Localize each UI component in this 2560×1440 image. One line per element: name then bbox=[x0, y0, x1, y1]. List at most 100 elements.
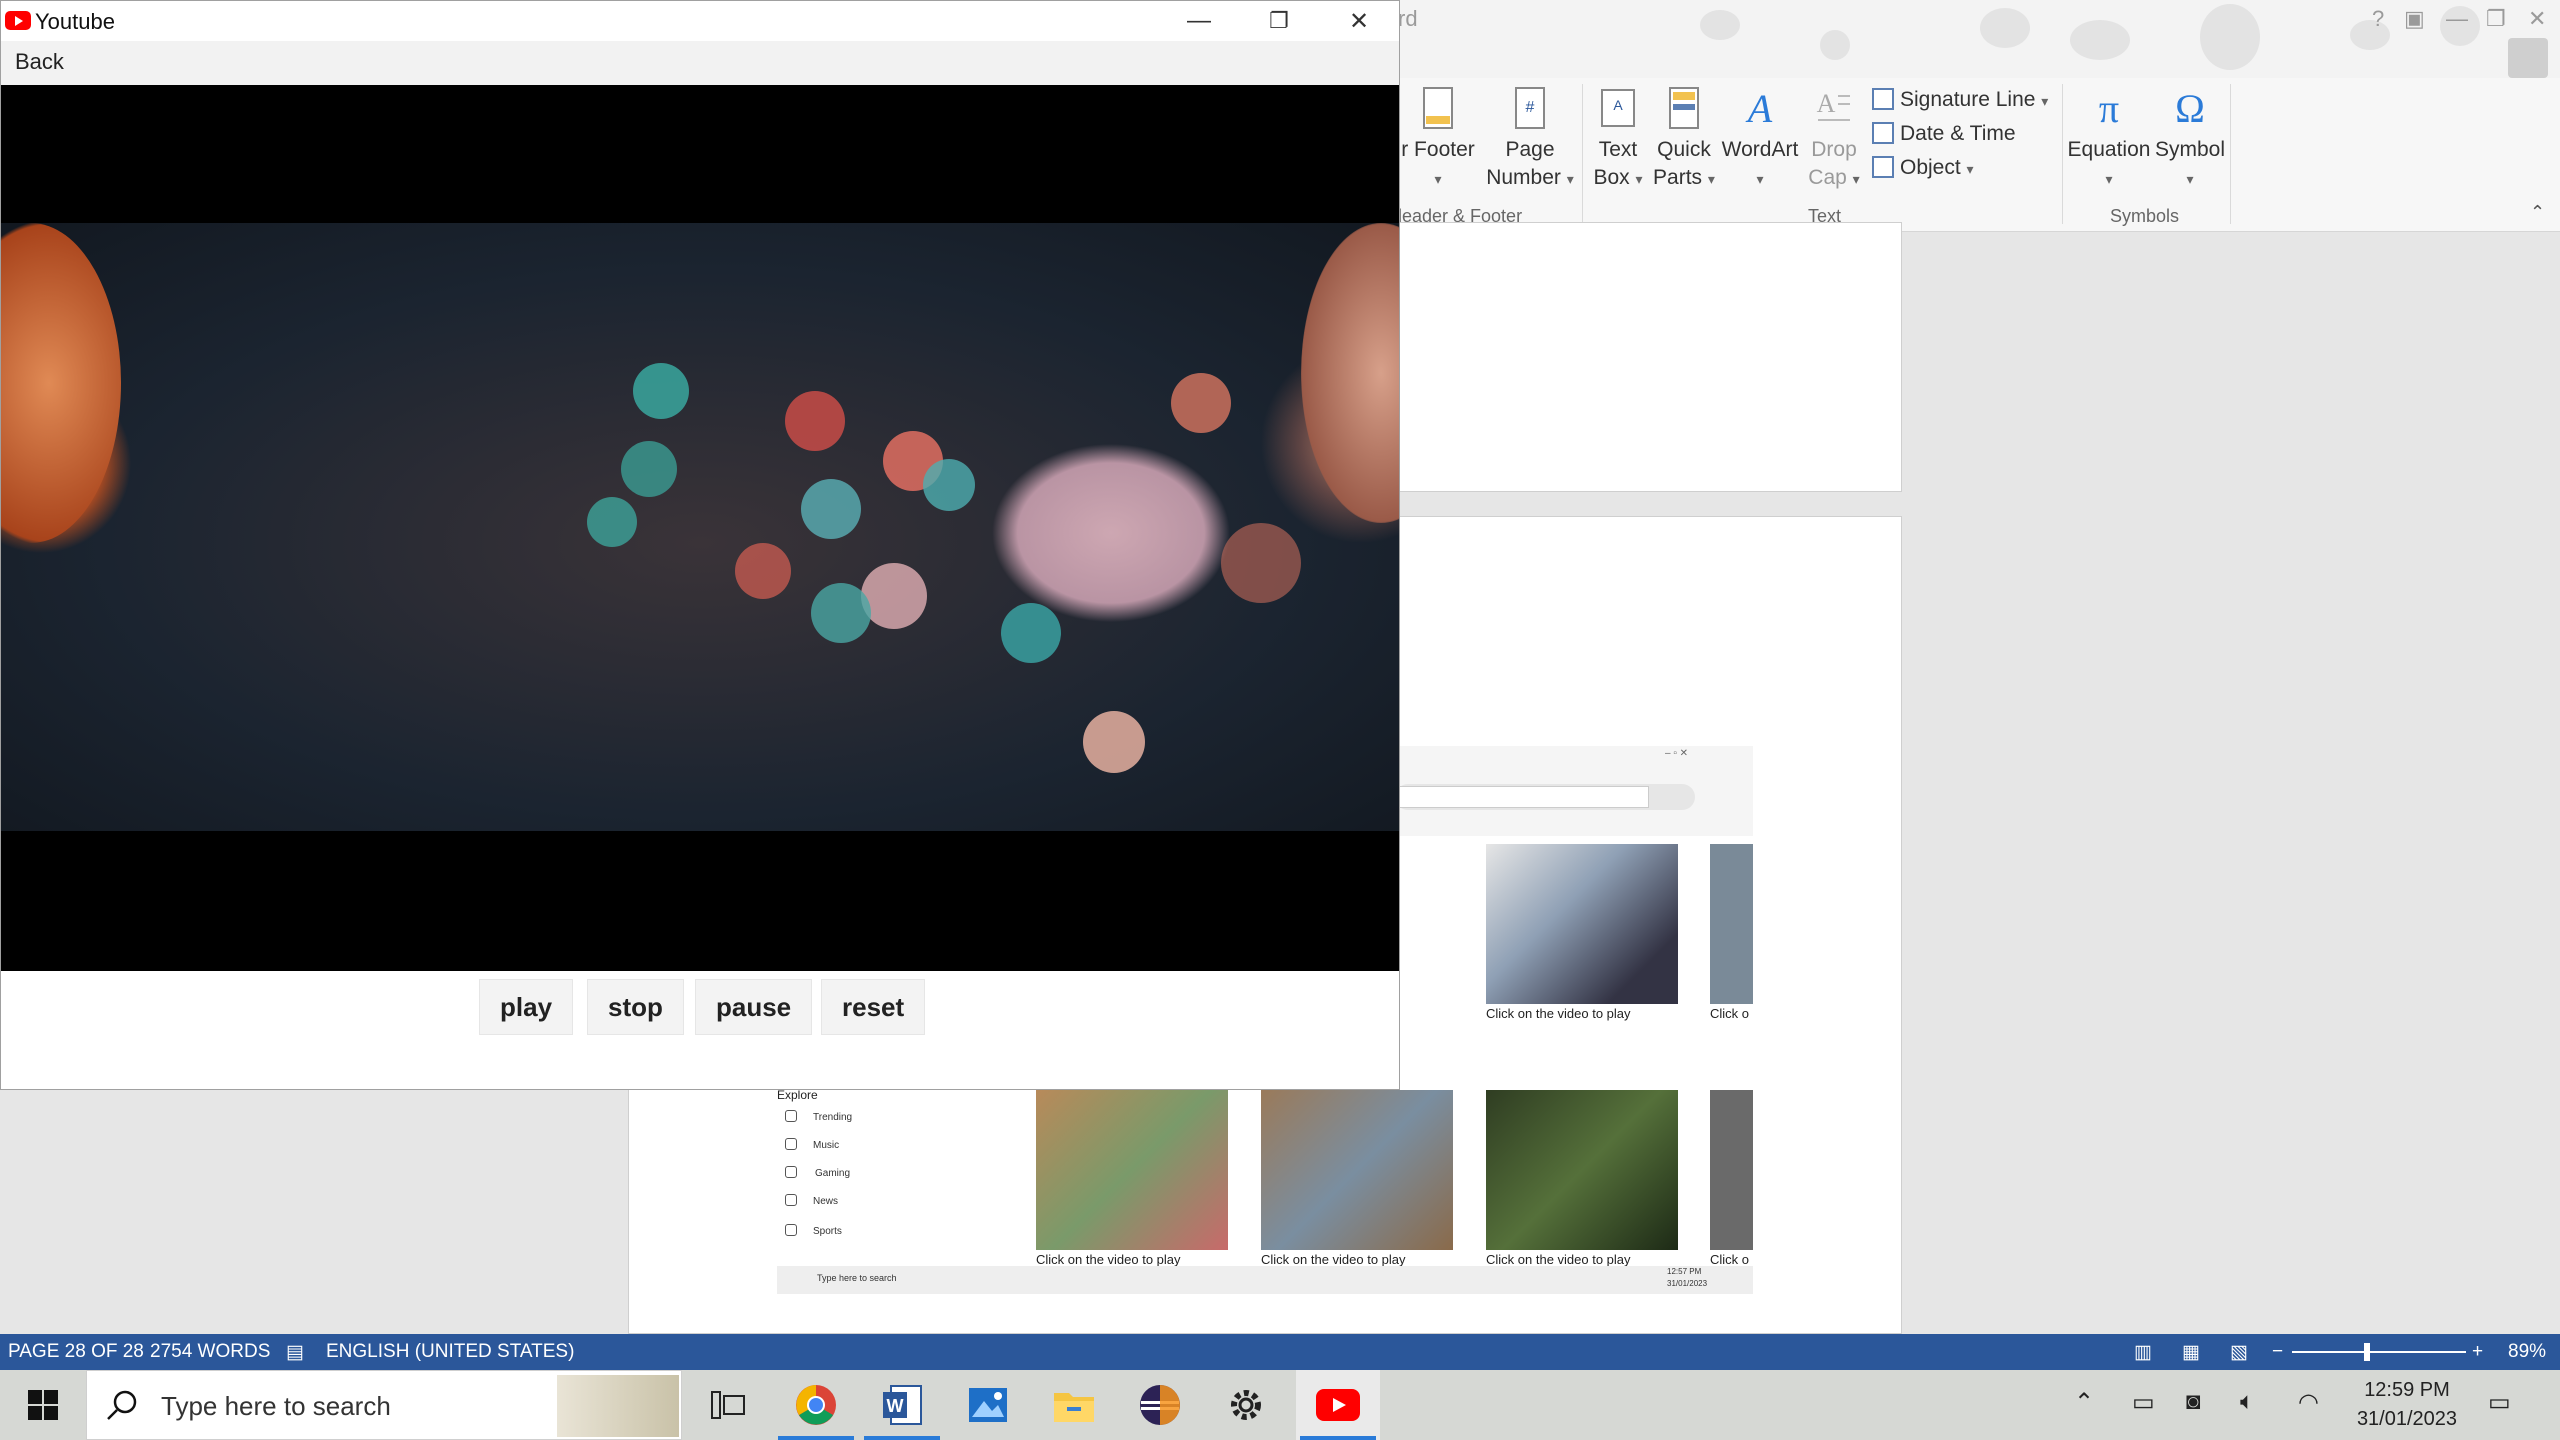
ribbon-display-icon[interactable]: ▣ bbox=[2404, 6, 2425, 32]
video-player[interactable] bbox=[1, 85, 1399, 971]
task-view-button[interactable] bbox=[686, 1370, 770, 1440]
word-taskbar-button[interactable]: W bbox=[860, 1370, 944, 1440]
explore-item: News bbox=[813, 1196, 839, 1207]
restore-button[interactable]: ❐ bbox=[1239, 3, 1319, 39]
youtube-taskbar-button[interactable] bbox=[1296, 1370, 1380, 1440]
footer-icon bbox=[1423, 87, 1453, 129]
web-layout-icon[interactable]: ▧ bbox=[2230, 1341, 2248, 1364]
omega-icon: Ω bbox=[2175, 86, 2205, 131]
bokeh-light bbox=[1001, 603, 1061, 663]
pi-icon: π bbox=[2099, 86, 2119, 131]
symbols-group-label: Symbols bbox=[2110, 206, 2180, 226]
avatar[interactable] bbox=[2508, 38, 2548, 78]
word-count[interactable]: 2754 WORDS bbox=[150, 1341, 270, 1363]
footer-button[interactable]: r Footer ▾ bbox=[1398, 86, 1478, 193]
embedded-window-controls: – ▫ ✕ bbox=[1665, 748, 1689, 759]
page-number-icon: # bbox=[1515, 87, 1545, 129]
video-thumbnail bbox=[1486, 844, 1678, 1004]
notifications-icon[interactable]: ▭ bbox=[2488, 1388, 2511, 1417]
navigation-bar: Back bbox=[1, 41, 1399, 85]
volume-icon[interactable]: 🔈︎ bbox=[2240, 1388, 2254, 1416]
play-button[interactable]: play bbox=[479, 979, 574, 1035]
back-button[interactable]: Back bbox=[3, 47, 76, 77]
taskbar-search[interactable]: Type here to search bbox=[86, 1370, 682, 1440]
bokeh-light bbox=[587, 497, 637, 547]
file-explorer-taskbar-button[interactable] bbox=[1032, 1370, 1116, 1440]
show-hidden-icons-icon[interactable]: ⌃ bbox=[2074, 1388, 2094, 1417]
object-icon bbox=[1872, 156, 1894, 178]
bokeh-light bbox=[1083, 711, 1145, 773]
print-layout-icon[interactable]: ▦ bbox=[2182, 1341, 2200, 1364]
eclipse-taskbar-button[interactable] bbox=[1118, 1370, 1202, 1440]
settings-taskbar-button[interactable] bbox=[1204, 1370, 1288, 1440]
title-decoration bbox=[1700, 10, 1740, 40]
minimize-icon[interactable]: — bbox=[2446, 6, 2468, 32]
close-button[interactable]: ✕ bbox=[1319, 3, 1399, 39]
equation-button[interactable]: π Equation ▾ bbox=[2066, 86, 2152, 193]
zoom-out-icon[interactable]: − bbox=[2272, 1341, 2283, 1363]
embedded-clock-date: 31/01/2023 bbox=[1667, 1279, 1708, 1288]
date-time-button[interactable]: Date & Time bbox=[1872, 122, 2016, 146]
text-box-button[interactable]: A Text Box ▾ bbox=[1590, 86, 1646, 193]
bokeh-light bbox=[801, 479, 861, 539]
photos-taskbar-button[interactable] bbox=[946, 1370, 1030, 1440]
title-decoration bbox=[2200, 4, 2260, 70]
video-frame bbox=[1, 223, 1399, 831]
zoom-in-icon[interactable]: + bbox=[2472, 1341, 2483, 1363]
drop-cap-icon: A bbox=[1817, 89, 1850, 121]
drop-cap-button[interactable]: A Drop Cap ▾ bbox=[1804, 86, 1864, 193]
reset-button[interactable]: reset bbox=[821, 979, 926, 1035]
page-number-button[interactable]: # Page Number ▾ bbox=[1482, 86, 1578, 193]
embedded-search-text: Type here to search bbox=[817, 1273, 897, 1283]
zoom-slider[interactable] bbox=[2292, 1351, 2466, 1353]
stop-button[interactable]: stop bbox=[587, 979, 684, 1035]
clock-date: 31/01/2023 bbox=[2356, 1408, 2458, 1430]
taskbar-clock[interactable]: 12:59 PM 31/01/2023 bbox=[2342, 1376, 2472, 1434]
language[interactable]: ENGLISH (UNITED STATES) bbox=[326, 1341, 574, 1363]
thumbnail-caption: Click on the video to play bbox=[1486, 1006, 1631, 1021]
title-decoration bbox=[1980, 8, 2030, 48]
page-count[interactable]: PAGE 28 OF 28 bbox=[8, 1341, 144, 1363]
zoom-slider-thumb[interactable] bbox=[2364, 1343, 2370, 1361]
bokeh-light bbox=[621, 441, 677, 497]
taskbar: Type here to search W ⌃ ▭ ◙ 🔈︎ ◠ 12:59 P… bbox=[0, 1370, 2560, 1440]
video-thumbnail bbox=[1710, 844, 1753, 1004]
close-icon[interactable]: ✕ bbox=[2528, 6, 2546, 32]
wifi-icon[interactable]: ◠ bbox=[2298, 1388, 2319, 1417]
bulb-left bbox=[1, 223, 121, 543]
chrome-taskbar-button[interactable] bbox=[774, 1370, 858, 1440]
collapse-ribbon-icon[interactable]: ⌃ bbox=[2530, 202, 2545, 223]
title-decoration bbox=[1820, 30, 1850, 60]
bokeh-light bbox=[811, 583, 871, 643]
help-icon[interactable]: ? bbox=[2372, 6, 2384, 32]
chrome-icon bbox=[796, 1385, 836, 1425]
calendar-icon bbox=[1872, 122, 1894, 144]
text-box-icon: A bbox=[1601, 89, 1635, 127]
minimize-button[interactable]: — bbox=[1159, 3, 1239, 39]
video-thumbnail bbox=[1036, 1090, 1228, 1250]
quick-parts-button[interactable]: Quick Parts ▾ bbox=[1652, 86, 1716, 193]
photos-icon bbox=[969, 1388, 1007, 1422]
svg-text:Ω: Ω bbox=[2175, 86, 2205, 131]
explore-item: Sports bbox=[813, 1226, 842, 1237]
start-button[interactable] bbox=[0, 1370, 86, 1440]
symbol-button[interactable]: Ω Symbol ▾ bbox=[2152, 86, 2228, 193]
zoom-level[interactable]: 89% bbox=[2508, 1341, 2546, 1363]
svg-text:A: A bbox=[1817, 89, 1836, 118]
explore-heading: Explore bbox=[777, 1088, 818, 1102]
wordart-icon: A bbox=[1745, 86, 1773, 131]
bokeh-light bbox=[923, 459, 975, 511]
signature-line-button[interactable]: Signature Line ▾ bbox=[1872, 88, 2048, 112]
object-button[interactable]: Object ▾ bbox=[1872, 156, 1974, 180]
wordart-button[interactable]: A WordArt ▾ bbox=[1720, 86, 1800, 193]
proofing-icon[interactable]: ▤ bbox=[286, 1341, 304, 1364]
gaming-icon bbox=[785, 1166, 797, 1178]
word-icon: W bbox=[883, 1385, 922, 1425]
read-mode-icon[interactable]: ▥ bbox=[2134, 1341, 2152, 1364]
battery-icon[interactable]: ▭ bbox=[2132, 1388, 2155, 1417]
restore-icon[interactable]: ❐ bbox=[2486, 6, 2506, 32]
svg-text:A: A bbox=[1745, 86, 1773, 131]
pause-button[interactable]: pause bbox=[695, 979, 813, 1035]
meet-now-icon[interactable]: ◙ bbox=[2186, 1388, 2201, 1416]
signature-line-icon bbox=[1872, 88, 1894, 110]
